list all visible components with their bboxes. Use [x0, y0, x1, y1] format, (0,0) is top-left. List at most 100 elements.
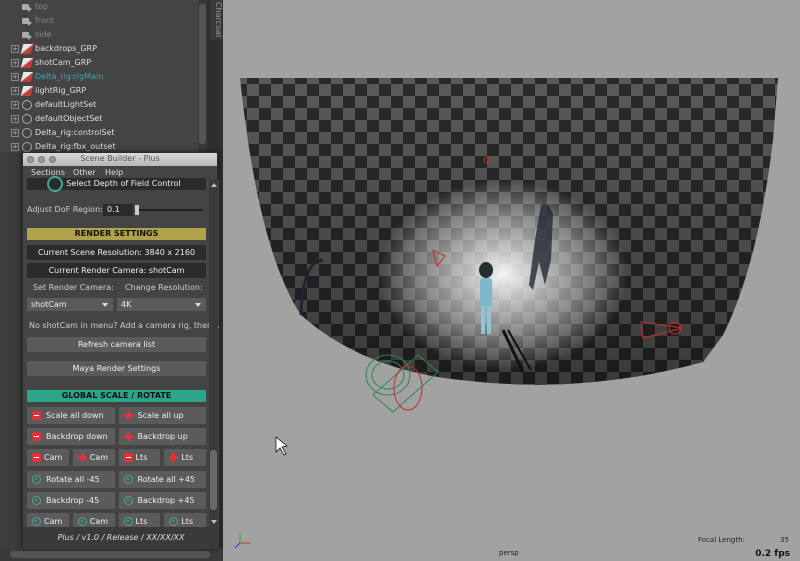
scale-all-down-minus-button[interactable]: Scale all down [27, 407, 115, 424]
button-label: Cam [44, 453, 63, 462]
outliner-item[interactable]: + shotCam_GRP [0, 56, 198, 70]
outliner-panel: top front side + backdrops_GRP + shotCam_GRP + D… [0, 0, 207, 152]
fps-readout: 0.2 fps [755, 549, 790, 559]
menu-help[interactable]: Help [105, 168, 123, 177]
spotlight-area [378, 180, 628, 370]
set-camera-label: Set Render Camera: [33, 283, 114, 292]
window-titlebar[interactable]: Scene Builder - Plus [23, 153, 217, 166]
expand-toggle-icon[interactable]: + [11, 45, 19, 53]
scene-resolution-readout: Current Scene Resolution: 3840 x 2160 [27, 245, 206, 260]
viewport-scene[interactable] [223, 0, 800, 561]
menu-sections[interactable]: Sections [31, 168, 65, 177]
select-dof-label: Select Depth of Field Control [66, 179, 181, 188]
resolution-value: 4K [121, 300, 132, 309]
dof-region-field[interactable]: 0.1 [103, 204, 133, 216]
expand-toggle-icon[interactable]: + [11, 143, 19, 151]
chevron-down-icon [195, 303, 201, 307]
button-label: Backdrop up [137, 432, 188, 441]
rotate-icon [32, 517, 41, 526]
dof-target-icon [47, 176, 63, 192]
render-camera-value: shotCam [31, 300, 67, 309]
menu-other[interactable]: Other [73, 168, 96, 177]
outliner-item[interactable]: front [0, 14, 198, 28]
lts-plus-button[interactable]: Lts [164, 449, 206, 466]
button-label: Scale all down [46, 411, 104, 420]
outliner-item[interactable]: + Delta_rig:controlSet [0, 126, 198, 140]
cam-plus-button[interactable]: Cam [72, 449, 115, 466]
expand-toggle-icon[interactable]: + [11, 59, 19, 67]
rotate-all-45-rotate-button[interactable]: Rotate all -45 [27, 471, 115, 488]
plus-icon [123, 411, 133, 420]
button-label: Rotate all -45 [46, 475, 100, 484]
backdrop-45-rotate-button[interactable]: Backdrop +45 [118, 492, 206, 509]
rotate-icon [169, 517, 179, 526]
outliner-item-label: backdrops_GRP [35, 44, 97, 53]
expand-toggle-icon[interactable]: + [11, 115, 19, 123]
expand-toggle-icon[interactable]: + [11, 101, 19, 109]
backdrop-45-rotate-button[interactable]: Backdrop -45 [27, 492, 115, 509]
set-icon [22, 142, 32, 152]
chevron-down-icon [102, 303, 108, 307]
expand-toggle-icon[interactable]: + [11, 87, 19, 95]
scroll-thumb[interactable] [210, 450, 217, 510]
refresh-camera-list-button[interactable]: Refresh camera list [27, 337, 206, 352]
charcoal-tab[interactable]: Charcoal [210, 0, 223, 40]
outliner-item-label: defaultLightSet [35, 100, 97, 109]
scroll-down-arrow[interactable] [211, 520, 217, 524]
button-label: Backdrop +45 [137, 496, 195, 505]
button-label: Lts [135, 453, 148, 462]
scene-builder-window: Scene Builder - Plus Sections Other Help… [22, 152, 220, 549]
expand-toggle-icon[interactable]: + [11, 129, 19, 137]
cam-minus-button[interactable]: Cam [27, 449, 69, 466]
camera-icon [22, 18, 32, 26]
outliner-item-label: Delta_rig:fbx_outset [35, 142, 116, 151]
group-icon [20, 58, 34, 68]
outliner-item[interactable]: + Delta_rig:rigMain [0, 70, 198, 84]
maya-render-settings-button[interactable]: Maya Render Settings [27, 361, 206, 376]
scale-all-up-plus-button[interactable]: Scale all up [118, 407, 206, 424]
change-resolution-label: Change Resolution: [125, 283, 203, 292]
outliner-item[interactable]: top [0, 0, 198, 14]
group-icon [20, 72, 34, 82]
render-camera-readout: Current Render Camera: shotCam [27, 263, 206, 278]
expand-toggle-icon[interactable]: + [11, 73, 19, 81]
charcoal-tab-label: Charcoal [214, 2, 223, 38]
outliner-item[interactable]: + backdrops_GRP [0, 42, 198, 56]
outliner-horizontal-scrollbar[interactable] [0, 548, 223, 561]
backdrop-down-minus-button[interactable]: Backdrop down [27, 428, 115, 445]
backdrop-up-plus-button[interactable]: Backdrop up [118, 428, 206, 445]
outliner-scrollbar[interactable] [198, 0, 207, 152]
outliner-item[interactable]: + lightRig_GRP [0, 84, 198, 98]
rotate-all-45-rotate-button[interactable]: Rotate all +45 [118, 471, 206, 488]
perspective-viewport[interactable]: persp Focal Length: 35 0.2 fps [223, 0, 800, 561]
camera-icon [22, 4, 32, 12]
minus-icon [32, 432, 41, 441]
global-scale-rotate-header: GLOBAL SCALE / ROTATE [27, 390, 206, 402]
camera-hint-text: No shotCam in menu? Add a camera rig, th… [29, 321, 220, 330]
outliner-item-label: Delta_rig:controlSet [35, 128, 115, 137]
outliner-item[interactable]: + Delta_rig:fbx_outset [0, 140, 198, 152]
outliner-item[interactable]: side [0, 28, 198, 42]
render-camera-dropdown[interactable]: shotCam [27, 298, 113, 311]
outliner-item-label: Delta_rig:rigMain [35, 72, 104, 81]
button-label: Backdrop down [46, 432, 108, 441]
plus-icon [77, 453, 87, 462]
version-footer: Plus / v1.0 / Release / XX/XX/XX [23, 527, 219, 549]
outliner-item[interactable]: + defaultObjectSet [0, 112, 198, 126]
lts-minus-button[interactable]: Lts [118, 449, 161, 466]
window-content: Select Depth of Field Control Adjust DoF… [23, 176, 220, 530]
rotate-icon [32, 475, 41, 484]
button-label: Backdrop -45 [46, 496, 100, 505]
plus-icon [169, 453, 179, 462]
resolution-dropdown[interactable]: 4K [117, 298, 206, 311]
rotate-icon [77, 517, 87, 526]
dof-slider-handle[interactable] [135, 205, 139, 215]
dof-region-slider[interactable] [135, 205, 203, 215]
outliner-item[interactable]: + defaultLightSet [0, 98, 198, 112]
outliner-item-label: lightRig_GRP [35, 86, 87, 95]
rotate-icon [32, 496, 41, 505]
set-icon [22, 100, 32, 110]
scroll-up-arrow[interactable] [211, 183, 217, 187]
outliner-item-label: defaultObjectSet [35, 114, 103, 123]
window-scrollbar[interactable] [209, 180, 218, 527]
